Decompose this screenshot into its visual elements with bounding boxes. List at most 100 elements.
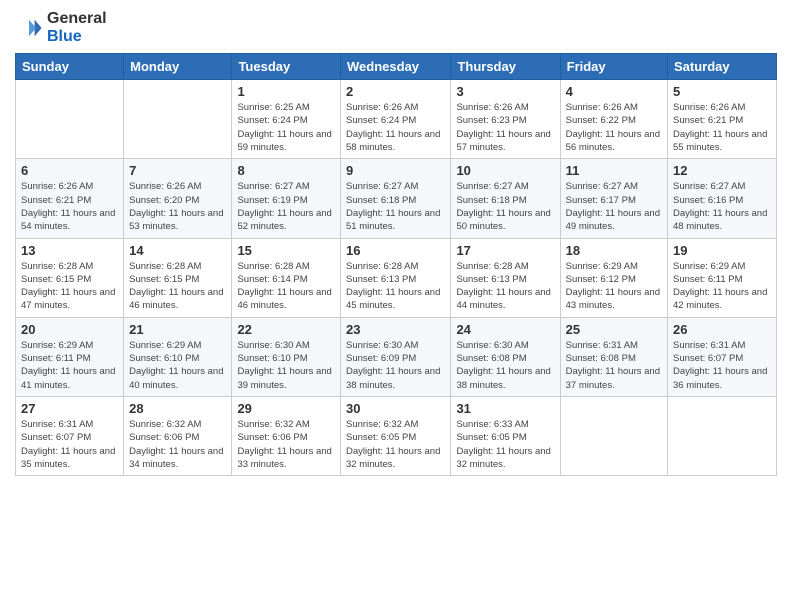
calendar-cell: 16Sunrise: 6:28 AM Sunset: 6:13 PM Dayli… [341, 238, 451, 317]
day-info: Sunrise: 6:27 AM Sunset: 6:17 PM Dayligh… [566, 180, 662, 233]
day-info: Sunrise: 6:32 AM Sunset: 6:06 PM Dayligh… [237, 418, 335, 471]
logo-text: General Blue [47, 10, 107, 45]
calendar-cell [668, 396, 777, 475]
day-number: 20 [21, 322, 118, 337]
day-number: 25 [566, 322, 662, 337]
calendar-cell: 29 Sunrise: 6:32 AM Sunset: 6:06 PM Dayli… [232, 396, 341, 475]
calendar-cell: 2 Sunrise: 6:26 AM Sunset: 6:24 PM Daylig… [341, 80, 451, 159]
day-number: 12 [673, 163, 771, 178]
calendar-cell: 19 Sunrise: 6:29 AM Sunset: 6:11 PM Dayli… [668, 238, 777, 317]
calendar-cell: 21 Sunrise: 6:29 AM Sunset: 6:10 PM Dayli… [124, 317, 232, 396]
day-number: 13 [21, 243, 118, 258]
day-number: 28 [129, 401, 226, 416]
calendar-cell: 9Sunrise: 6:27 AM Sunset: 6:18 PM Daylig… [341, 159, 451, 238]
calendar-cell: 20Sunrise: 6:29 AM Sunset: 6:11 PM Dayli… [16, 317, 124, 396]
day-number: 22 [237, 322, 335, 337]
calendar-cell: 27Sunrise: 6:31 AM Sunset: 6:07 PM Dayli… [16, 396, 124, 475]
day-number: 1 [237, 84, 335, 99]
day-info: Sunrise: 6:31 AM Sunset: 6:08 PM Dayligh… [566, 339, 662, 392]
day-info: Sunrise: 6:27 AM Sunset: 6:19 PM Dayligh… [237, 180, 335, 233]
calendar-cell: 1 Sunrise: 6:25 AM Sunset: 6:24 PM Daylig… [232, 80, 341, 159]
calendar-cell: 15Sunrise: 6:28 AM Sunset: 6:14 PM Dayli… [232, 238, 341, 317]
calendar-cell [560, 396, 667, 475]
logo-icon [15, 14, 43, 42]
day-info: Sunrise: 6:32 AM Sunset: 6:06 PM Dayligh… [129, 418, 226, 471]
day-info: Sunrise: 6:30 AM Sunset: 6:10 PM Dayligh… [237, 339, 335, 392]
day-number: 18 [566, 243, 662, 258]
calendar-cell: 24Sunrise: 6:30 AM Sunset: 6:08 PM Dayli… [451, 317, 560, 396]
day-info: Sunrise: 6:26 AM Sunset: 6:20 PM Dayligh… [129, 180, 226, 233]
calendar-cell: 5 Sunrise: 6:26 AM Sunset: 6:21 PM Daylig… [668, 80, 777, 159]
day-info: Sunrise: 6:28 AM Sunset: 6:15 PM Dayligh… [21, 260, 118, 313]
calendar-week-4: 20Sunrise: 6:29 AM Sunset: 6:11 PM Dayli… [16, 317, 777, 396]
calendar-cell: 6 Sunrise: 6:26 AM Sunset: 6:21 PM Daylig… [16, 159, 124, 238]
day-info: Sunrise: 6:30 AM Sunset: 6:08 PM Dayligh… [456, 339, 554, 392]
day-number: 10 [456, 163, 554, 178]
calendar-cell: 8 Sunrise: 6:27 AM Sunset: 6:19 PM Daylig… [232, 159, 341, 238]
calendar-cell [124, 80, 232, 159]
day-number: 11 [566, 163, 662, 178]
day-number: 3 [456, 84, 554, 99]
calendar-week-1: 1 Sunrise: 6:25 AM Sunset: 6:24 PM Daylig… [16, 80, 777, 159]
calendar-cell: 10Sunrise: 6:27 AM Sunset: 6:18 PM Dayli… [451, 159, 560, 238]
calendar-header-saturday: Saturday [668, 54, 777, 80]
day-info: Sunrise: 6:27 AM Sunset: 6:16 PM Dayligh… [673, 180, 771, 233]
day-number: 29 [237, 401, 335, 416]
day-info: Sunrise: 6:31 AM Sunset: 6:07 PM Dayligh… [21, 418, 118, 471]
day-info: Sunrise: 6:26 AM Sunset: 6:24 PM Dayligh… [346, 101, 445, 154]
day-info: Sunrise: 6:26 AM Sunset: 6:22 PM Dayligh… [566, 101, 662, 154]
calendar-week-3: 13 Sunrise: 6:28 AM Sunset: 6:15 PM Dayli… [16, 238, 777, 317]
calendar-cell: 26 Sunrise: 6:31 AM Sunset: 6:07 PM Dayli… [668, 317, 777, 396]
day-number: 5 [673, 84, 771, 99]
calendar-cell: 28 Sunrise: 6:32 AM Sunset: 6:06 PM Dayli… [124, 396, 232, 475]
calendar-cell: 7Sunrise: 6:26 AM Sunset: 6:20 PM Daylig… [124, 159, 232, 238]
day-number: 19 [673, 243, 771, 258]
day-info: Sunrise: 6:32 AM Sunset: 6:05 PM Dayligh… [346, 418, 445, 471]
day-info: Sunrise: 6:25 AM Sunset: 6:24 PM Dayligh… [237, 101, 335, 154]
day-info: Sunrise: 6:28 AM Sunset: 6:15 PM Dayligh… [129, 260, 226, 313]
header: General Blue [15, 10, 777, 45]
day-number: 4 [566, 84, 662, 99]
calendar-cell: 30 Sunrise: 6:32 AM Sunset: 6:05 PM Dayli… [341, 396, 451, 475]
calendar-header-monday: Monday [124, 54, 232, 80]
calendar-cell: 13 Sunrise: 6:28 AM Sunset: 6:15 PM Dayli… [16, 238, 124, 317]
day-info: Sunrise: 6:29 AM Sunset: 6:10 PM Dayligh… [129, 339, 226, 392]
calendar-header-friday: Friday [560, 54, 667, 80]
day-number: 23 [346, 322, 445, 337]
day-number: 6 [21, 163, 118, 178]
page: General Blue SundayMondayTuesdayWednesda… [0, 0, 792, 612]
day-number: 9 [346, 163, 445, 178]
day-info: Sunrise: 6:28 AM Sunset: 6:13 PM Dayligh… [456, 260, 554, 313]
calendar-header-thursday: Thursday [451, 54, 560, 80]
day-number: 8 [237, 163, 335, 178]
day-number: 14 [129, 243, 226, 258]
day-info: Sunrise: 6:26 AM Sunset: 6:21 PM Dayligh… [673, 101, 771, 154]
calendar-cell: 4 Sunrise: 6:26 AM Sunset: 6:22 PM Daylig… [560, 80, 667, 159]
calendar-cell: 14 Sunrise: 6:28 AM Sunset: 6:15 PM Dayli… [124, 238, 232, 317]
calendar-week-5: 27Sunrise: 6:31 AM Sunset: 6:07 PM Dayli… [16, 396, 777, 475]
day-number: 2 [346, 84, 445, 99]
calendar-cell: 11 Sunrise: 6:27 AM Sunset: 6:17 PM Dayli… [560, 159, 667, 238]
day-info: Sunrise: 6:28 AM Sunset: 6:13 PM Dayligh… [346, 260, 445, 313]
calendar-header-sunday: Sunday [16, 54, 124, 80]
calendar-header-row: SundayMondayTuesdayWednesdayThursdayFrid… [16, 54, 777, 80]
calendar-cell [16, 80, 124, 159]
calendar-week-2: 6 Sunrise: 6:26 AM Sunset: 6:21 PM Daylig… [16, 159, 777, 238]
day-number: 21 [129, 322, 226, 337]
day-number: 26 [673, 322, 771, 337]
logo: General Blue [15, 10, 107, 45]
calendar-cell: 31 Sunrise: 6:33 AM Sunset: 6:05 PM Dayli… [451, 396, 560, 475]
day-number: 30 [346, 401, 445, 416]
day-info: Sunrise: 6:26 AM Sunset: 6:21 PM Dayligh… [21, 180, 118, 233]
day-info: Sunrise: 6:26 AM Sunset: 6:23 PM Dayligh… [456, 101, 554, 154]
day-info: Sunrise: 6:33 AM Sunset: 6:05 PM Dayligh… [456, 418, 554, 471]
day-info: Sunrise: 6:30 AM Sunset: 6:09 PM Dayligh… [346, 339, 445, 392]
calendar-header-wednesday: Wednesday [341, 54, 451, 80]
day-info: Sunrise: 6:28 AM Sunset: 6:14 PM Dayligh… [237, 260, 335, 313]
calendar-cell: 23 Sunrise: 6:30 AM Sunset: 6:09 PM Dayli… [341, 317, 451, 396]
day-number: 31 [456, 401, 554, 416]
calendar-cell: 22 Sunrise: 6:30 AM Sunset: 6:10 PM Dayli… [232, 317, 341, 396]
calendar-cell: 25 Sunrise: 6:31 AM Sunset: 6:08 PM Dayli… [560, 317, 667, 396]
day-info: Sunrise: 6:29 AM Sunset: 6:11 PM Dayligh… [673, 260, 771, 313]
day-info: Sunrise: 6:31 AM Sunset: 6:07 PM Dayligh… [673, 339, 771, 392]
